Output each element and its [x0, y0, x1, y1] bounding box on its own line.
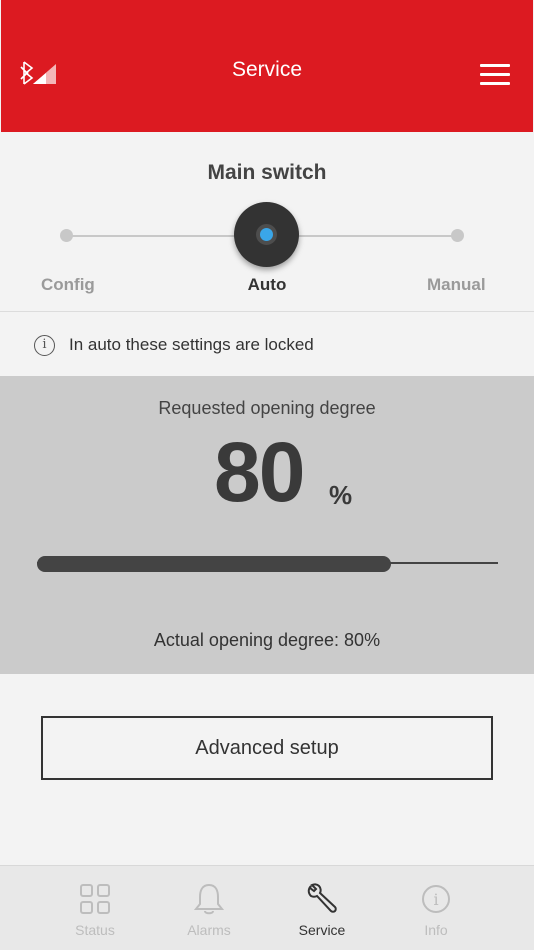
slider-fill — [37, 556, 391, 572]
nav-label-service: Service — [298, 922, 346, 938]
page-title: Service — [231, 58, 303, 81]
switch-position-config[interactable] — [60, 229, 73, 242]
info-icon: i — [422, 885, 450, 913]
opening-degree-slider[interactable] — [37, 556, 498, 572]
wrench-icon — [307, 883, 337, 913]
nav-item-alarms[interactable]: Alarms — [152, 866, 266, 950]
bottom-navigation: Status Alarms Service i Info — [0, 865, 534, 950]
app-header: Service — [1, 0, 533, 132]
main-switch-title: Main switch — [207, 161, 327, 184]
main-switch-knob[interactable] — [234, 202, 299, 267]
locked-info-text: In auto these settings are locked — [69, 335, 314, 354]
switch-label-manual[interactable]: Manual — [427, 275, 486, 295]
switch-knob-indicator — [256, 224, 277, 245]
bell-icon — [193, 883, 225, 915]
requested-opening-value: 80 — [214, 425, 305, 519]
nav-item-service[interactable]: Service — [265, 866, 379, 950]
requested-opening-unit: % — [329, 480, 353, 510]
nav-item-status[interactable]: Status — [38, 866, 152, 950]
opening-degree-panel: Requested opening degree 80 % Actual ope… — [0, 376, 534, 674]
nav-label-alarms: Alarms — [187, 922, 231, 938]
info-icon: i — [34, 335, 55, 356]
actual-opening-label: Actual opening degree: 80% — [153, 630, 381, 650]
service-screen: Service Main switch Config Auto Manual i… — [0, 0, 534, 950]
svg-text:i: i — [433, 890, 438, 909]
nav-item-info[interactable]: i Info — [379, 866, 493, 950]
advanced-setup-button[interactable]: Advanced setup — [41, 716, 493, 780]
hamburger-menu-icon[interactable] — [480, 64, 510, 86]
requested-opening-label: Requested opening degree — [158, 398, 376, 418]
grid-icon — [80, 884, 110, 914]
switch-position-manual[interactable] — [451, 229, 464, 242]
locked-info-row: i In auto these settings are locked — [0, 312, 534, 376]
main-switch-section: Main switch Config Auto Manual — [0, 132, 534, 312]
nav-label-info: Info — [424, 922, 448, 938]
nav-label-status: Status — [75, 922, 115, 938]
